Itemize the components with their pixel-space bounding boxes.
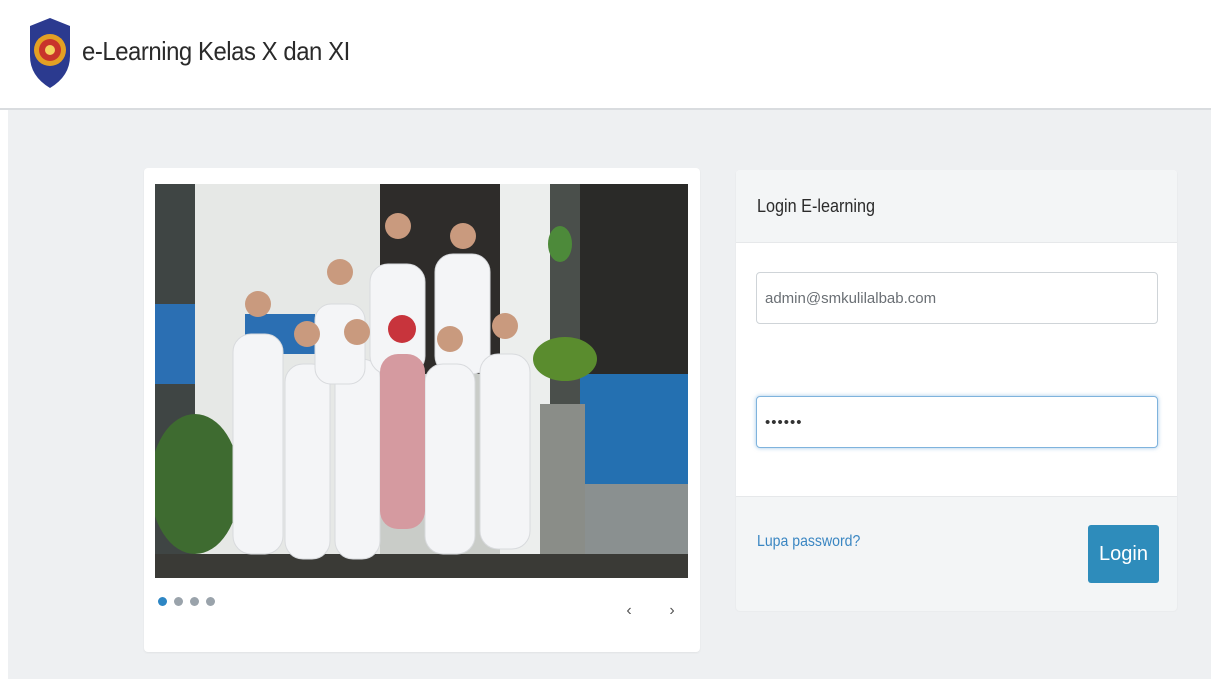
- login-title: Login E-learning: [757, 196, 875, 216]
- top-header: e-Learning Kelas X dan XI: [0, 0, 1211, 110]
- carousel-prev-button[interactable]: ‹: [619, 602, 639, 620]
- carousel-indicators: [158, 597, 215, 606]
- carousel-indicator-4[interactable]: [206, 597, 215, 606]
- carousel-indicator-1[interactable]: [158, 597, 167, 606]
- password-input[interactable]: [756, 396, 1158, 448]
- carousel-photo: [155, 184, 688, 578]
- carousel-indicator-2[interactable]: [174, 597, 183, 606]
- forgot-password-link[interactable]: Lupa password?: [757, 533, 860, 551]
- carousel-next-button[interactable]: ›: [662, 602, 682, 620]
- app-title: e-Learning Kelas X dan XI: [82, 36, 350, 66]
- school-logo-icon: [30, 18, 70, 88]
- login-button[interactable]: Login: [1088, 525, 1159, 583]
- carousel-indicator-3[interactable]: [190, 597, 199, 606]
- email-input[interactable]: [756, 272, 1158, 324]
